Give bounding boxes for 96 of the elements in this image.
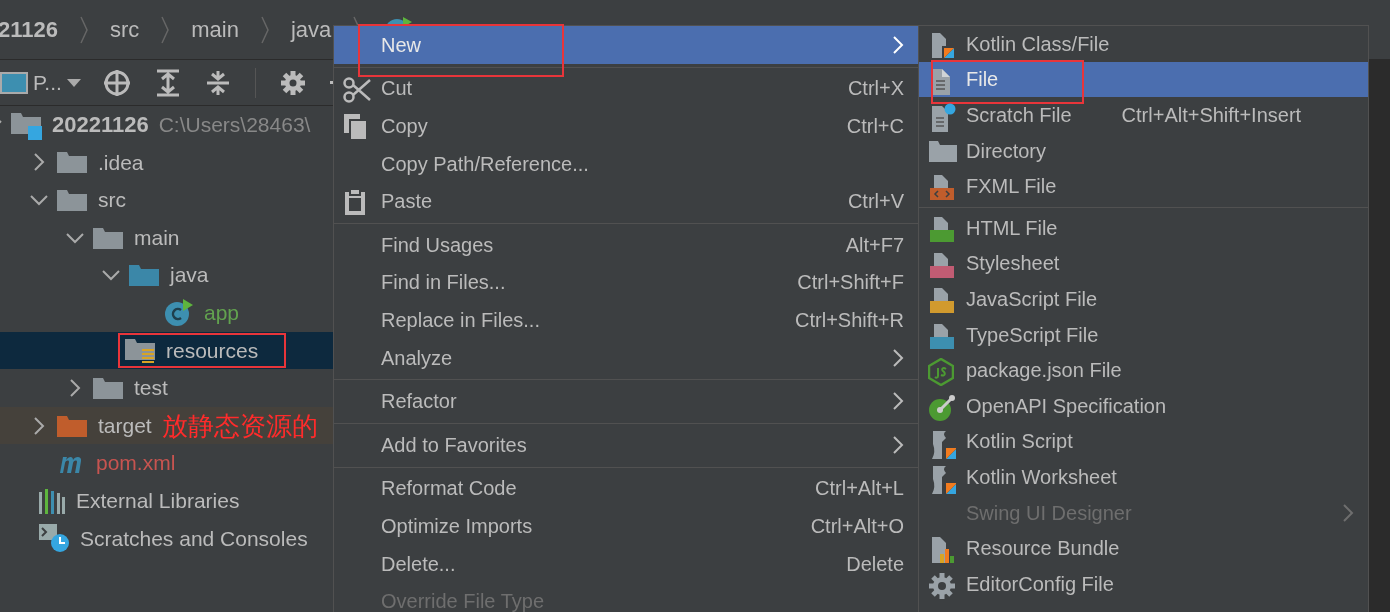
tree-row[interactable]: Scratches and Consoles	[0, 519, 333, 558]
breadcrumb-item[interactable]: java	[291, 13, 332, 46]
stylesheet-icon	[928, 251, 956, 280]
shortcut-text: Ctrl+Alt+Shift+Insert	[1121, 103, 1302, 128]
class-icon	[164, 297, 194, 328]
menu-item[interactable]: Directory	[919, 132, 1368, 169]
menu-item[interactable]: Refactor	[334, 382, 918, 420]
menu-item[interactable]: Resource Bundle	[919, 530, 1368, 566]
shortcut-text: Ctrl+V	[847, 189, 904, 215]
menu-item[interactable]: TypeScript File	[919, 316, 1368, 353]
chevron-icon	[259, 14, 271, 45]
annotation-text: 放静态资源的	[161, 412, 318, 439]
menu-item[interactable]: Find in Files... Ctrl+Shift+F	[334, 263, 918, 302]
menu-item[interactable]: HTML File	[919, 209, 1368, 246]
javascript-file-icon	[928, 287, 956, 316]
tree-item-label: test	[134, 375, 168, 402]
shortcut-text: Alt+F7	[845, 232, 904, 258]
shortcut-text: Ctrl+Alt+O	[810, 513, 904, 539]
menu-item[interactable]: OpenAPI Specification	[919, 387, 1368, 424]
tree-item-label: resources	[166, 337, 259, 364]
breadcrumb-item[interactable]: src	[109, 13, 140, 46]
tree-row[interactable]: app	[0, 293, 333, 332]
scratches-icon	[38, 523, 70, 554]
tree-item-label: app	[204, 300, 240, 326]
tree-item-label: External Libraries	[76, 488, 240, 514]
menu-item[interactable]: Delete... Delete	[334, 544, 918, 583]
menu-item[interactable]: Kotlin Class/File	[919, 26, 1368, 62]
tree-item-label: pom.xml	[96, 450, 176, 477]
menu-item[interactable]: EditorConfig File	[919, 565, 1368, 602]
menu-item[interactable]: Reformat Code Ctrl+Alt+L	[334, 469, 918, 508]
menu-item[interactable]: File	[919, 61, 1368, 98]
tree-row[interactable]: resources	[0, 331, 333, 370]
tree-item-label: 20221126	[52, 111, 149, 140]
menu-item[interactable]: Kotlin Script	[919, 423, 1368, 460]
typescript-file-icon	[928, 322, 956, 351]
menu-item[interactable]: package.json File	[919, 352, 1368, 388]
dropdown-icon	[66, 77, 81, 88]
copy-icon	[343, 113, 369, 142]
chevron-icon	[159, 14, 172, 45]
tree-row[interactable]: java	[0, 256, 333, 294]
folder-icon	[928, 138, 958, 163]
menu-item[interactable]: Paste Ctrl+V	[334, 182, 918, 220]
menu-item[interactable]: Replace in Files... Ctrl+Shift+R	[334, 301, 918, 339]
resources-folder-icon	[124, 336, 156, 365]
view-selector[interactable]: P...	[0, 66, 81, 99]
shortcut-text: Delete	[846, 551, 904, 577]
menu-item[interactable]: Add to Favorites	[334, 425, 918, 464]
window-icon	[0, 70, 28, 95]
shortcut-text: Ctrl+X	[847, 76, 904, 102]
shortcut-text: Ctrl+Alt+L	[815, 476, 904, 502]
scissors-icon	[343, 75, 371, 104]
project-path: C:\Users\28463\	[158, 112, 311, 139]
menu-item[interactable]: Stylesheet	[919, 245, 1368, 282]
libraries-icon	[38, 487, 66, 514]
expand-all-icon[interactable]	[154, 68, 181, 97]
tree-item-label: target	[98, 412, 152, 439]
gear-icon	[928, 571, 956, 600]
fxml-file-icon	[928, 174, 956, 203]
folder-icon	[56, 187, 88, 213]
folder-icon	[56, 149, 88, 176]
menu-item[interactable]: Cut Ctrl+X	[334, 69, 918, 108]
tree-item-label: Scratches and Consoles	[80, 525, 308, 552]
tree-item-label: .idea	[98, 149, 144, 176]
folder-icon	[128, 262, 160, 289]
menu-item[interactable]: Copy Path/Reference...	[334, 144, 918, 183]
tree-row[interactable]: 20221126 C:\Users\28463\	[0, 106, 333, 144]
shortcut-text: Ctrl+C	[846, 114, 904, 139]
menu-item[interactable]: Find Usages Alt+F7	[334, 225, 918, 264]
tree-item-label: java	[170, 262, 209, 289]
tree-row[interactable]: .idea	[0, 143, 333, 182]
menu-item[interactable]: Optimize Imports Ctrl+Alt+O	[334, 507, 918, 545]
collapse-all-icon[interactable]	[204, 68, 231, 97]
locate-icon[interactable]	[102, 68, 131, 97]
shortcut-text: Ctrl+Shift+F	[797, 270, 904, 296]
html-file-icon	[928, 215, 956, 244]
menu-item[interactable]: Kotlin Worksheet	[919, 459, 1368, 495]
menu-item[interactable]: JavaScript File	[919, 281, 1368, 317]
tree-row[interactable]: External Libraries	[0, 481, 333, 520]
shortcut-text: Ctrl+Shift+R	[795, 307, 904, 333]
settings-icon[interactable]	[279, 69, 306, 96]
menu-item[interactable]: Scratch File Ctrl+Alt+Shift+Insert	[919, 97, 1368, 133]
menu-item[interactable]: FXML File	[919, 168, 1368, 204]
menu-item[interactable]: Analyze	[334, 338, 918, 377]
breadcrumb-item[interactable]: main	[191, 13, 239, 46]
menu-item[interactable]: Copy Ctrl+C	[334, 107, 918, 145]
clipboard-icon	[343, 188, 367, 217]
tree-row[interactable]: target 放静态资源的	[0, 406, 333, 445]
hexagon-icon	[928, 358, 954, 387]
chevron-icon	[77, 14, 90, 45]
menu-item[interactable]: New	[334, 26, 918, 64]
tree-item-label: main	[134, 224, 180, 251]
tree-row[interactable]: main	[0, 218, 333, 257]
tree-row[interactable]: src	[0, 181, 333, 219]
tree-row[interactable]: test	[0, 369, 333, 407]
openapi-icon	[928, 393, 956, 422]
tree-item-label: src	[98, 187, 126, 214]
